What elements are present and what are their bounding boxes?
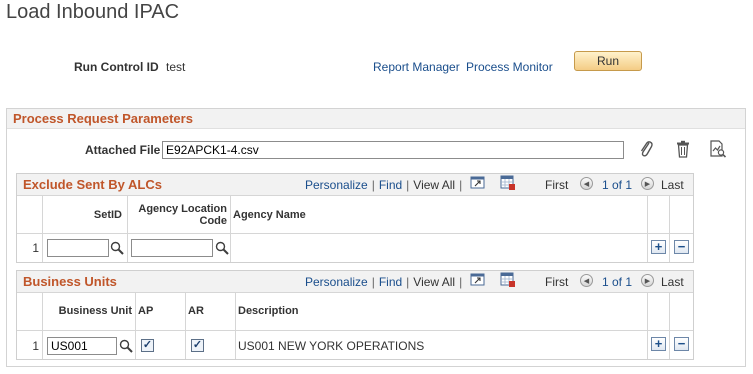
col-divider	[647, 196, 648, 262]
description-column-header: Description	[238, 305, 299, 317]
alc-column-header: Agency Location Code	[138, 203, 227, 227]
range-label: 1 of 1	[602, 275, 633, 289]
col-divider	[230, 196, 231, 262]
personalize-link[interactable]: Personalize	[305, 178, 368, 192]
separator: |	[406, 275, 410, 289]
col-divider	[42, 196, 43, 262]
separator: |	[371, 178, 375, 192]
delete-row-button[interactable]: −	[674, 240, 689, 254]
col-divider	[647, 293, 648, 359]
grid-nav-bar: Personalize | Find | View All |	[305, 275, 466, 289]
col-divider	[127, 196, 128, 262]
first-label: First	[545, 275, 569, 289]
separator: |	[406, 178, 410, 192]
ar-column-header: AR	[188, 305, 204, 317]
row-number: 1	[32, 339, 39, 353]
download-grid-icon[interactable]	[500, 272, 516, 288]
col-divider	[235, 293, 236, 359]
range-label: 1 of 1	[602, 178, 633, 192]
process-monitor-link[interactable]: Process Monitor	[466, 60, 553, 74]
ap-column-header: AP	[138, 305, 154, 317]
separator: |	[371, 275, 375, 289]
col-divider	[669, 196, 670, 262]
view-all-link[interactable]: View All	[413, 178, 455, 192]
business-unit-column-header: Business Unit	[58, 305, 132, 317]
report-manager-link[interactable]: Report Manager	[373, 60, 460, 74]
add-row-button[interactable]: +	[651, 337, 666, 351]
group-title: Process Request Parameters	[13, 111, 193, 126]
zoom-grid-icon[interactable]	[470, 176, 486, 190]
add-row-button[interactable]: +	[651, 240, 666, 254]
header-divider	[17, 330, 693, 331]
next-icon[interactable]: ▶	[641, 274, 654, 287]
download-grid-icon[interactable]	[500, 175, 516, 191]
find-link[interactable]: Find	[379, 275, 402, 289]
magnifier-icon[interactable]	[110, 241, 124, 255]
separator: |	[459, 275, 463, 289]
page-title: Load Inbound IPAC	[6, 1, 180, 23]
exclude-alc-grid-title: Exclude Sent By ALCs	[23, 177, 162, 192]
attached-file-field[interactable]	[162, 141, 624, 159]
last-label: Last	[661, 178, 684, 192]
magnifier-icon[interactable]	[215, 241, 229, 255]
view-file-icon[interactable]	[709, 140, 727, 158]
alc-input[interactable]	[131, 239, 213, 257]
business-units-grid-title: Business Units	[23, 274, 117, 289]
run-control-value: test	[166, 60, 186, 74]
run-button[interactable]: Run	[574, 51, 642, 71]
grid-nav-bar: Personalize | Find | View All |	[305, 178, 466, 192]
previous-icon[interactable]: ◀	[580, 177, 593, 190]
separator: |	[459, 178, 463, 192]
personalize-link[interactable]: Personalize	[305, 275, 368, 289]
col-divider	[135, 293, 136, 359]
col-divider	[42, 293, 43, 359]
paperclip-icon[interactable]	[638, 140, 654, 158]
magnifier-icon[interactable]	[119, 339, 133, 353]
last-label: Last	[661, 275, 684, 289]
ap-checkbox[interactable]: ✓	[141, 339, 154, 352]
row-number: 1	[32, 241, 39, 255]
attached-file-label: Attached File	[85, 143, 161, 157]
trash-icon[interactable]	[675, 140, 691, 158]
run-control-label: Run Control ID	[74, 60, 159, 74]
setid-input[interactable]	[47, 239, 109, 257]
find-link[interactable]: Find	[379, 178, 402, 192]
business-unit-input[interactable]	[47, 337, 117, 355]
delete-row-button[interactable]: −	[674, 337, 689, 351]
header-divider	[17, 233, 693, 234]
description-value: US001 NEW YORK OPERATIONS	[238, 339, 425, 353]
zoom-grid-icon[interactable]	[470, 273, 486, 287]
agency-name-column-header: Agency Name	[233, 209, 306, 221]
ar-checkbox[interactable]: ✓	[191, 339, 204, 352]
col-divider	[669, 293, 670, 359]
setid-column-header: SetID	[93, 209, 122, 221]
view-all-link[interactable]: View All	[413, 275, 455, 289]
first-label: First	[545, 178, 569, 192]
previous-icon[interactable]: ◀	[580, 274, 593, 287]
col-divider	[185, 293, 186, 359]
next-icon[interactable]: ▶	[641, 177, 654, 190]
